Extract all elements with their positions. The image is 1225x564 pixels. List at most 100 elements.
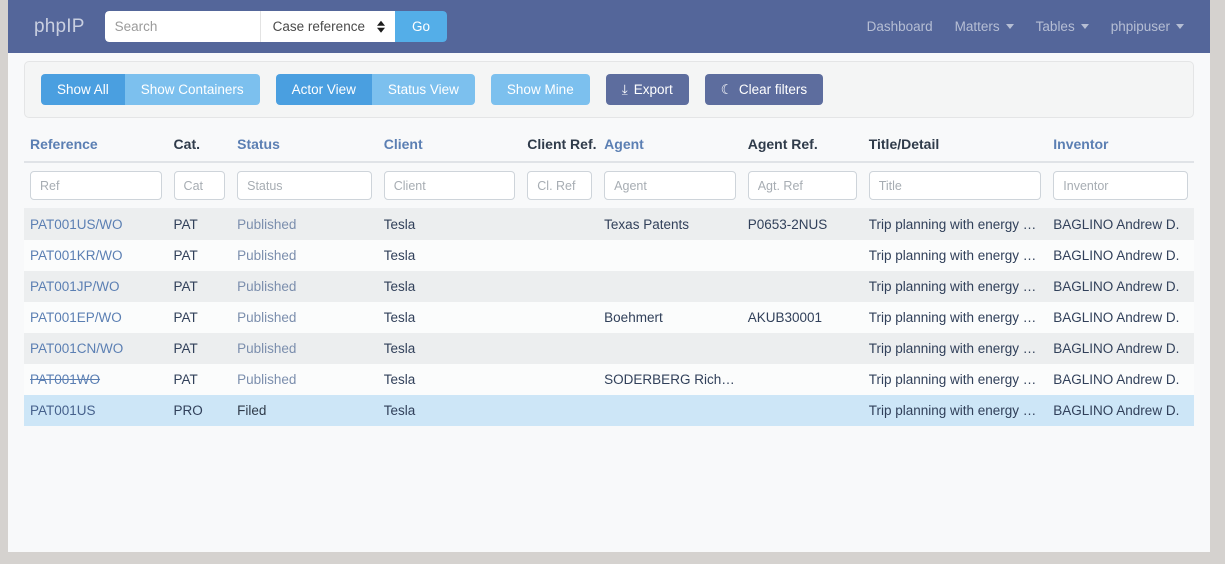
cell-reference[interactable]: PAT001WO [24, 364, 168, 395]
cell-reference[interactable]: PAT001EP/WO [24, 302, 168, 333]
cell-agent: SODERBERG Richard [598, 364, 742, 395]
actor-view-button[interactable]: Actor View [275, 74, 372, 105]
sort-reference[interactable]: Reference [30, 136, 98, 152]
filter-input-status[interactable] [237, 171, 372, 200]
case-reference-link[interactable]: PAT001JP/WO [30, 279, 120, 294]
cell-inventor: BAGLINO Andrew D. [1047, 208, 1194, 240]
horizontal-scrollbar[interactable] [0, 552, 1225, 564]
cases-filter-row [24, 162, 1194, 209]
case-reference-link[interactable]: PAT001CN/WO [30, 341, 123, 356]
search-scope-select[interactable]: Case reference [259, 11, 395, 42]
filter-input-cat[interactable] [173, 171, 226, 200]
filter-input-client[interactable] [383, 171, 516, 200]
nav-link-user-menu[interactable]: phpipuser [1111, 19, 1184, 34]
cell-cat: PAT [167, 302, 232, 333]
cell-reference[interactable]: PAT001US [24, 395, 168, 426]
status-text: Published [237, 372, 297, 387]
nav-link-dashboard-label: Dashboard [866, 19, 933, 34]
table-row[interactable]: PAT001WO PAT Published Tesla SODERBERG Richa… [24, 364, 1194, 395]
cell-client: Tesla [377, 333, 522, 364]
browser-viewport: phpIP Case reference Go Dashboard Matter… [8, 0, 1210, 552]
table-row[interactable]: PAT001CN/WO PAT Published Tesla Trip plannin… [24, 333, 1194, 364]
cell-reference[interactable]: PAT001JP/WO [24, 271, 168, 302]
filter-cell-agent [598, 162, 742, 209]
filter-input-agent-ref[interactable] [747, 171, 857, 200]
vertical-scrollbar[interactable] [1210, 0, 1225, 552]
nav-link-dashboard[interactable]: Dashboard [867, 19, 933, 34]
cell-client-ref [521, 395, 599, 426]
nav-link-matters-label: Matters [954, 19, 1000, 34]
table-row[interactable]: PAT001US PRO Filed Tesla Trip planning with … [24, 395, 1194, 426]
table-row[interactable]: PAT001KR/WO PAT Published Tesla Trip plannin… [24, 240, 1194, 271]
show-all-button[interactable]: Show All [41, 74, 125, 105]
status-view-button[interactable]: Status View [371, 74, 475, 105]
cell-reference[interactable]: PAT001US/WO [24, 208, 168, 240]
cell-agent [598, 271, 742, 302]
sort-agent[interactable]: Agent [604, 136, 644, 152]
filter-toolbar: Show All Show Containers Actor View Stat… [24, 61, 1194, 118]
sort-client[interactable]: Client [384, 136, 423, 152]
export-button-label: Export [633, 82, 673, 97]
table-row[interactable]: PAT001EP/WO PAT Published Tesla Boehmert AKUB… [24, 302, 1194, 333]
cell-inventor: BAGLINO Andrew D. [1047, 364, 1194, 395]
column-header-title: Title/Detail [862, 132, 1048, 163]
download-icon: ⤓ [621, 82, 628, 97]
filter-input-inventor[interactable] [1053, 171, 1188, 200]
search-go-button[interactable]: Go [394, 11, 447, 42]
filter-input-client-ref[interactable] [527, 171, 593, 200]
case-reference-link[interactable]: PAT001KR/WO [30, 248, 123, 263]
cell-inventor: BAGLINO Andrew D. [1047, 395, 1194, 426]
case-reference-link[interactable]: PAT001US/WO [30, 217, 123, 232]
nav-link-tables[interactable]: Tables [1036, 19, 1089, 34]
sort-inventor[interactable]: Inventor [1053, 136, 1108, 152]
table-row[interactable]: PAT001JP/WO PAT Published Tesla Trip plannin… [24, 271, 1194, 302]
status-text: Published [237, 217, 297, 232]
brand-logo[interactable]: phpIP [34, 16, 85, 38]
cell-cat: PAT [167, 240, 232, 271]
sort-status[interactable]: Status [237, 136, 280, 152]
show-containers-button[interactable]: Show Containers [124, 74, 260, 105]
cell-client: Tesla [377, 395, 522, 426]
cell-cat: PAT [167, 208, 232, 240]
column-header-status: Status [231, 132, 378, 163]
cell-title: Trip planning with energy constraint [862, 333, 1048, 364]
status-text: Published [237, 310, 297, 325]
cell-agent-ref [741, 364, 863, 395]
case-reference-link[interactable]: PAT001WO [30, 372, 100, 387]
filter-input-agent[interactable] [604, 171, 736, 200]
cell-reference[interactable]: PAT001CN/WO [24, 333, 168, 364]
show-mine-button[interactable]: Show Mine [490, 74, 590, 105]
filter-input-reference[interactable] [30, 171, 162, 200]
cell-agent [598, 395, 742, 426]
cases-table: Reference Cat. Status Client Client Ref.… [24, 132, 1194, 426]
clear-filters-group: ☾ Clear filters [704, 74, 824, 105]
column-header-cat: Cat. [167, 132, 232, 163]
export-button[interactable]: ⤓ Export [605, 74, 689, 105]
cell-status: Published [231, 240, 378, 271]
status-text: Filed [237, 403, 267, 418]
cell-title: Trip planning with energy constraint [862, 364, 1048, 395]
cases-table-body: PAT001US/WO PAT Published Tesla Texas Patent… [24, 208, 1194, 426]
clear-filters-button[interactable]: ☾ Clear filters [704, 74, 824, 105]
filter-cell-inventor [1047, 162, 1194, 209]
filter-input-title[interactable] [868, 171, 1042, 200]
cell-cat: PRO [167, 395, 232, 426]
cell-cat: PAT [167, 364, 232, 395]
clear-filters-icon: ☾ [720, 82, 733, 97]
status-text: Published [237, 341, 297, 356]
cell-client: Tesla [377, 364, 522, 395]
cell-title: Trip planning with energy constraint [862, 302, 1048, 333]
table-row[interactable]: PAT001US/WO PAT Published Tesla Texas Patent… [24, 208, 1194, 240]
filter-cell-client [377, 162, 522, 209]
cell-agent-ref [741, 395, 863, 426]
cell-inventor: BAGLINO Andrew D. [1047, 302, 1194, 333]
cases-table-head: Reference Cat. Status Client Client Ref.… [24, 132, 1194, 209]
column-header-reference: Reference [24, 132, 168, 163]
case-reference-link[interactable]: PAT001EP/WO [30, 310, 122, 325]
filter-cell-title [862, 162, 1048, 209]
nav-link-matters[interactable]: Matters [955, 19, 1014, 34]
search-input[interactable] [104, 11, 260, 42]
cell-reference[interactable]: PAT001KR/WO [24, 240, 168, 271]
case-reference-link[interactable]: PAT001US [30, 403, 96, 418]
ownership-group: Show Mine [490, 74, 590, 105]
